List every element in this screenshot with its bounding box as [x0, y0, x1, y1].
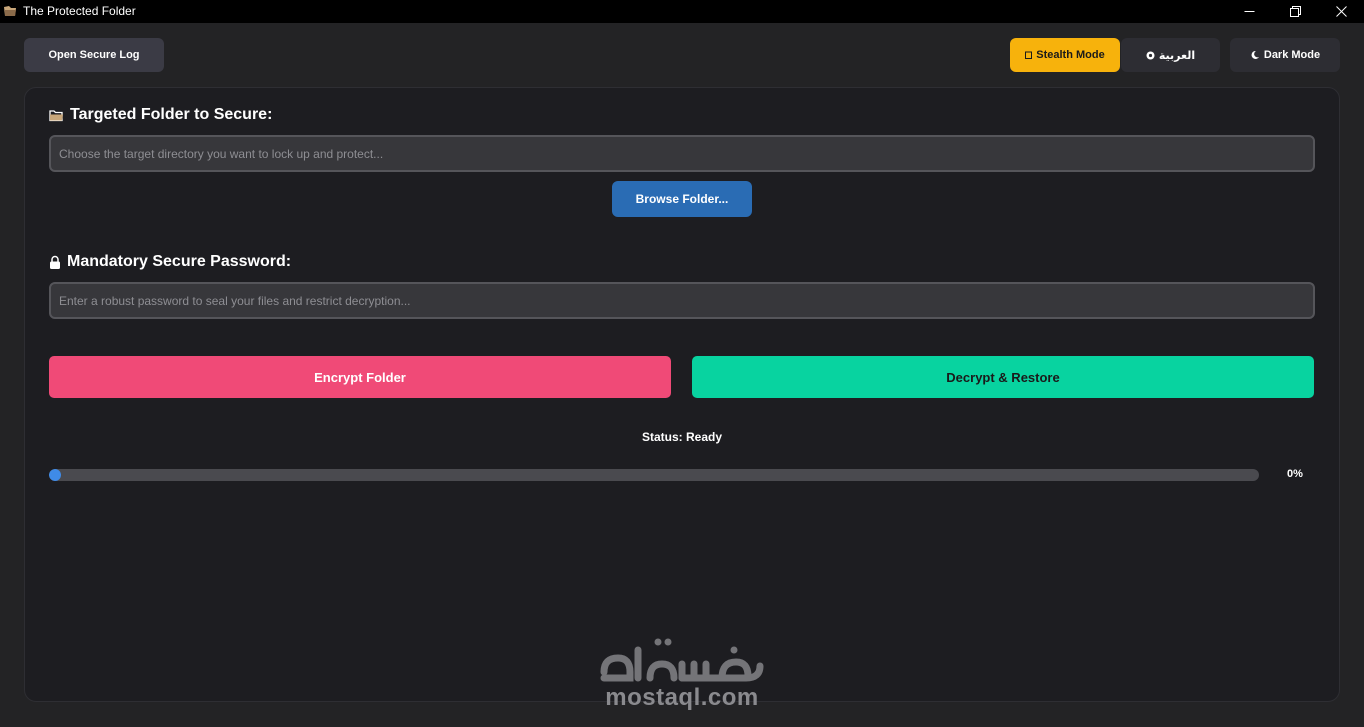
open-secure-log-button[interactable]: Open Secure Log: [24, 38, 164, 72]
language-arabic-label: العربية: [1158, 49, 1196, 62]
globe-icon: [1146, 51, 1155, 60]
target-folder-placeholder: Choose the target directory you want to …: [59, 146, 384, 161]
ghost-icon: [1025, 51, 1033, 59]
decrypt-restore-label: Decrypt & Restore: [946, 369, 1060, 385]
restore-button[interactable]: [1272, 0, 1318, 23]
minimize-button[interactable]: [1226, 0, 1272, 23]
folder-icon: [49, 109, 64, 122]
window-title: The Protected Folder: [23, 4, 136, 18]
browse-folder-label: Browse Folder...: [635, 192, 729, 206]
close-icon: [1335, 6, 1347, 17]
restore-icon: [1289, 6, 1301, 17]
progress-bar: [49, 469, 1259, 481]
password-label: Mandatory Secure Password:: [49, 253, 291, 271]
mostaql-watermark-text: mostaql.com: [605, 684, 759, 711]
password-input[interactable]: Enter a robust password to seal your fil…: [49, 282, 1315, 319]
status-text: Status: Ready: [641, 430, 723, 444]
open-secure-log-label: Open Secure Log: [48, 49, 140, 61]
stealth-mode-label: Stealth Mode: [1036, 49, 1105, 61]
encrypt-folder-button[interactable]: Encrypt Folder: [49, 356, 671, 398]
dark-mode-button[interactable]: Dark Mode: [1230, 38, 1340, 72]
moon-icon: [1250, 50, 1260, 60]
browse-folder-button[interactable]: Browse Folder...: [612, 181, 752, 217]
decrypt-restore-button[interactable]: Decrypt & Restore: [692, 356, 1314, 398]
language-arabic-button[interactable]: العربية: [1121, 38, 1220, 72]
progress-percent: 0%: [1287, 468, 1303, 480]
target-folder-label: Targeted Folder to Secure:: [49, 106, 272, 124]
close-button[interactable]: [1318, 0, 1364, 23]
minimize-icon: [1244, 11, 1254, 12]
lock-icon: [49, 255, 61, 270]
target-folder-input[interactable]: Choose the target directory you want to …: [49, 135, 1315, 172]
stealth-mode-button[interactable]: Stealth Mode: [1010, 38, 1120, 72]
password-label-text: Mandatory Secure Password:: [67, 253, 292, 270]
dark-mode-label: Dark Mode: [1263, 49, 1321, 61]
title-bar: The Protected Folder: [0, 0, 1364, 23]
encrypt-folder-label: Encrypt Folder: [314, 369, 406, 385]
progress-fill: [49, 469, 61, 481]
app-folder-icon: [4, 6, 16, 16]
password-placeholder: Enter a robust password to seal your fil…: [59, 293, 411, 308]
target-folder-label-text: Targeted Folder to Secure:: [70, 106, 273, 123]
